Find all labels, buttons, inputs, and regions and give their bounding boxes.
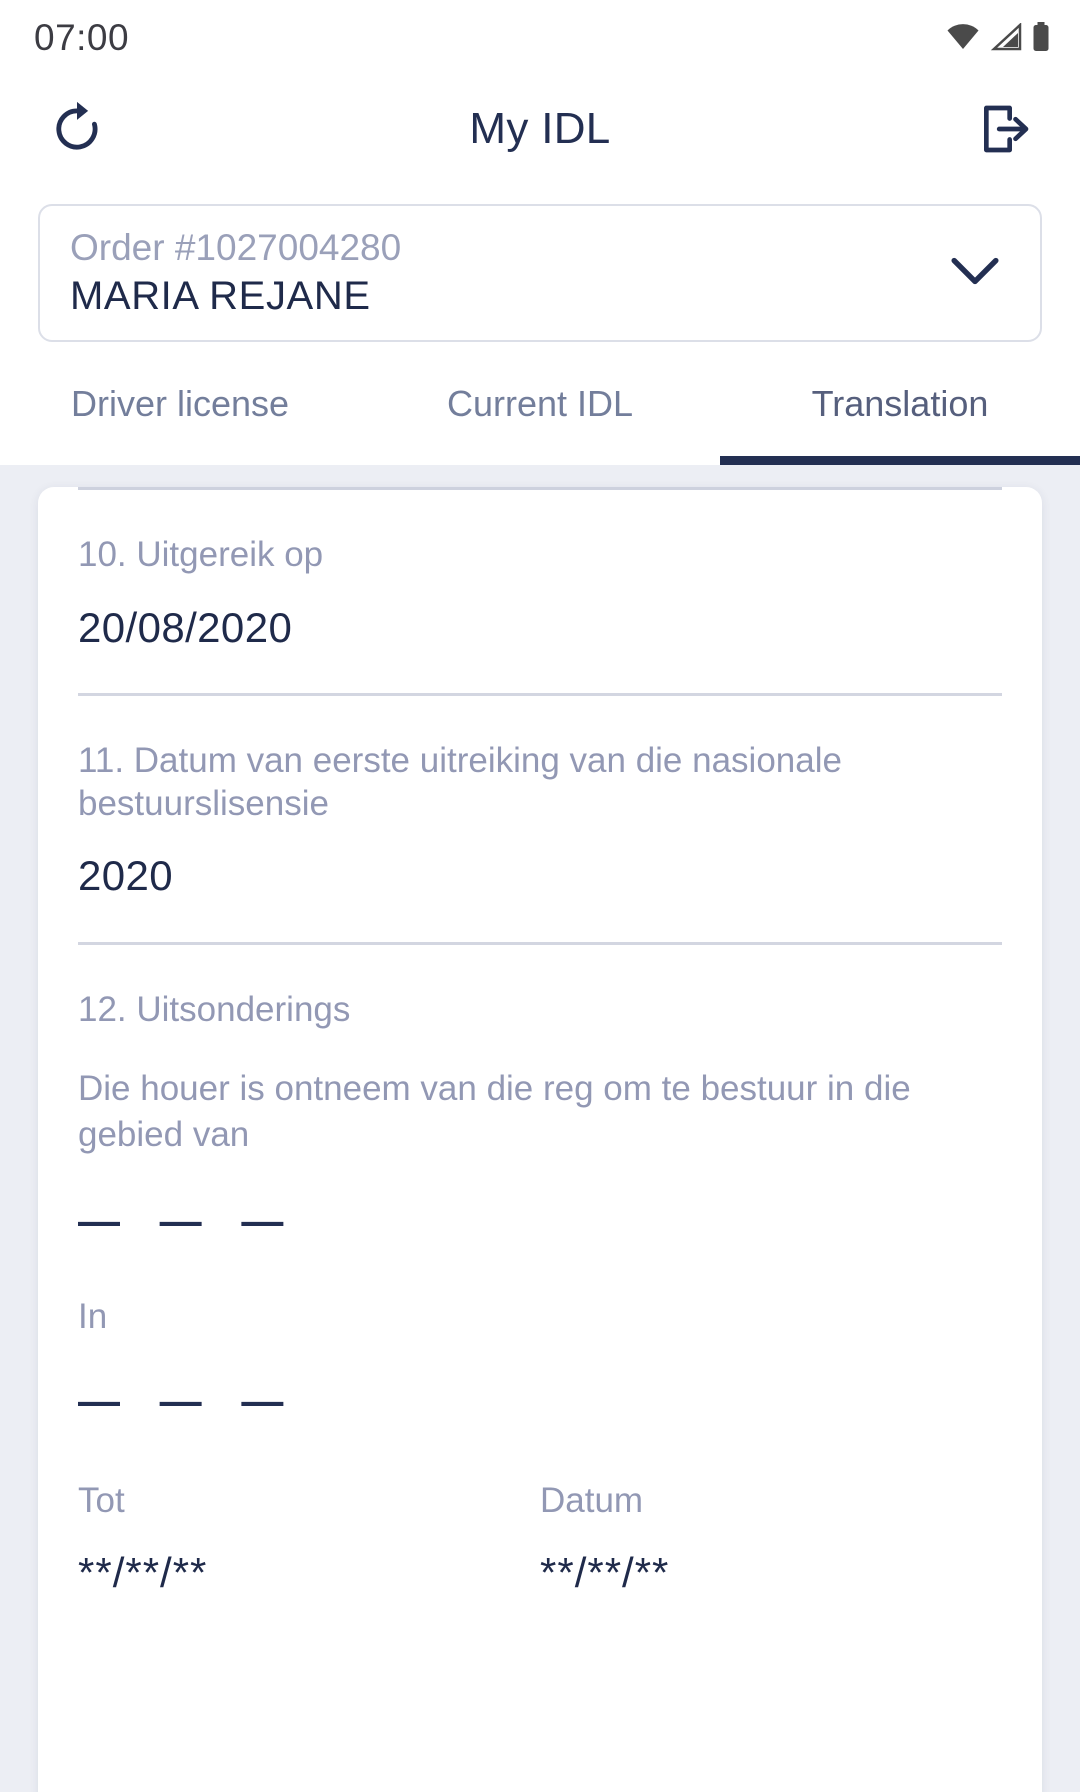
status-bar-clock: 07:00 [34, 16, 130, 58]
refresh-icon [56, 101, 98, 150]
field-issued-on-value: 20/08/2020 [78, 603, 293, 651]
refresh-button[interactable] [46, 98, 108, 160]
field-issued-on-label: 10. Uitgereik op [78, 535, 324, 574]
order-selector-wrapper: Order #1027004280 MARIA REJANE [0, 184, 1080, 342]
wifi-icon [946, 24, 980, 50]
field-exceptions-paragraph: Die houer is ontneem van die reg om te b… [78, 1068, 911, 1154]
page-title: My IDL [469, 104, 611, 153]
tab-driver-license[interactable]: Driver license [0, 342, 360, 465]
tab-translation[interactable]: Translation [720, 342, 1080, 465]
field-first-issue-date: 11. Datum van eerste uitreiking van die … [78, 696, 1002, 902]
exceptions-in-label: In [78, 1297, 108, 1337]
cellular-signal-icon [990, 23, 1022, 51]
field-issued-on: 10. Uitgereik op 20/08/2020 [78, 490, 1002, 653]
exceptions-datum-label: Datum [540, 1481, 644, 1521]
battery-icon [1032, 22, 1050, 52]
exceptions-tot-value: **/**/** [78, 1549, 208, 1597]
exceptions-datum-column: Datum **/**/** [540, 1480, 1002, 1596]
exceptions-datum-value: **/**/** [540, 1549, 670, 1597]
app-screen: 07:00 My IDL Order #1027004280 MARIA REJ… [0, 0, 1080, 1792]
field-first-issue-date-value: 2020 [78, 852, 174, 900]
tab-current-idl[interactable]: Current IDL [360, 342, 720, 465]
logout-icon [984, 105, 1029, 153]
status-bar: 07:00 [0, 0, 1080, 74]
app-bar: My IDL [0, 74, 1080, 184]
tab-translation-label: Translation [811, 382, 989, 424]
exceptions-tot-column: Tot **/**/** [78, 1480, 540, 1596]
order-selector-text: Order #1027004280 MARIA REJANE [70, 226, 402, 319]
tab-current-idl-label: Current IDL [446, 382, 634, 424]
exceptions-in-placeholder: — — — [78, 1377, 298, 1425]
logout-button[interactable] [974, 98, 1036, 160]
status-bar-icons [946, 22, 1050, 52]
tab-driver-license-label: Driver license [70, 382, 290, 424]
exceptions-tot-label: Tot [78, 1481, 125, 1521]
field-exceptions: 12. Uitsonderings Die houer is ontneem v… [78, 945, 1002, 1597]
tab-bar: Driver license Current IDL Translation [0, 342, 1080, 465]
order-number: Order #1027004280 [70, 226, 402, 268]
chevron-down-icon[interactable] [950, 256, 1000, 291]
exceptions-date-row: Tot **/**/** Datum **/**/** [78, 1480, 1002, 1596]
exceptions-area-placeholder: — — — [78, 1196, 298, 1244]
order-holder-name: MARIA REJANE [70, 274, 371, 319]
order-selector[interactable]: Order #1027004280 MARIA REJANE [38, 204, 1042, 342]
translation-card: 10. Uitgereik op 20/08/2020 11. Datum va… [38, 487, 1042, 1792]
field-first-issue-date-label: 11. Datum van eerste uitreiking van die … [78, 741, 842, 823]
content-scroll-area[interactable]: 10. Uitgereik op 20/08/2020 11. Datum va… [0, 465, 1080, 1792]
field-exceptions-label: 12. Uitsonderings [78, 989, 351, 1029]
